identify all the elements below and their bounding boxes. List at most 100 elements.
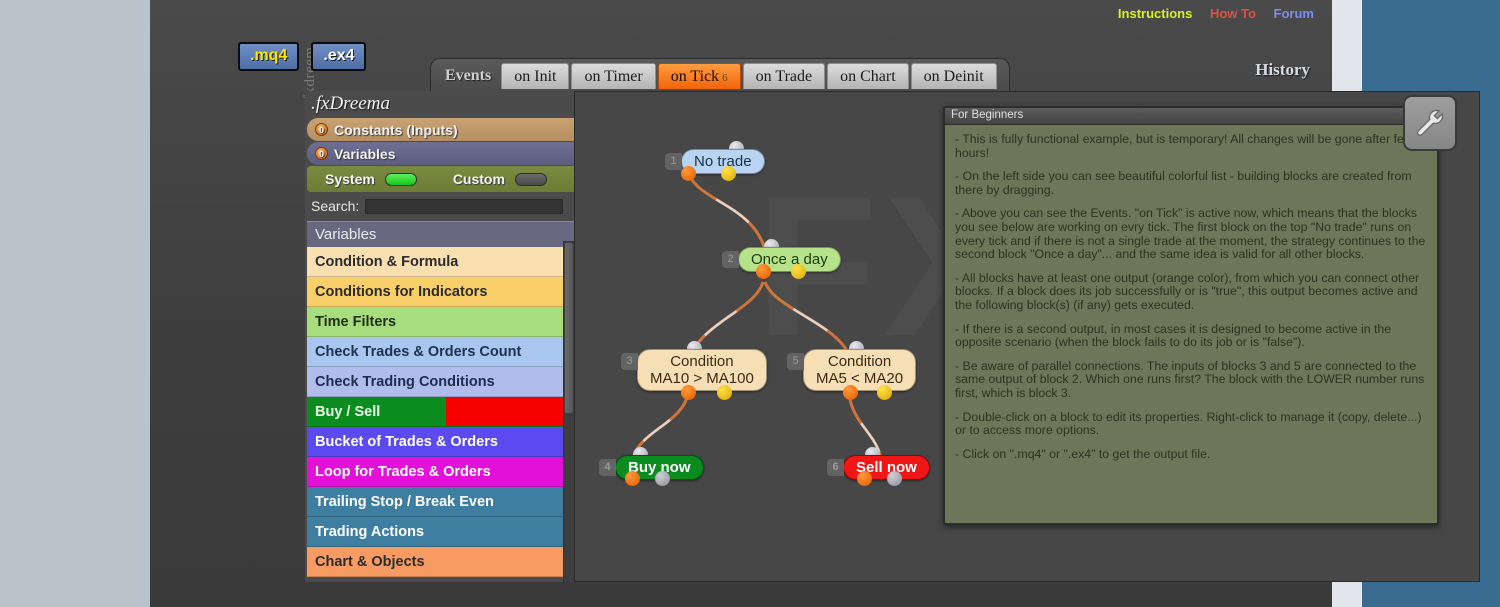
block-list-item-label: Condition & Formula: [315, 253, 459, 270]
panel-paragraph: - Double-click on a block to edit its pr…: [955, 409, 1422, 438]
constants-count-badge: 0: [315, 123, 328, 136]
events-tab-strip: Events on Init on Timer on Tick 6 on Trad…: [430, 58, 1010, 92]
history-button[interactable]: History: [1255, 60, 1310, 80]
settings-wrench-button[interactable]: [1403, 95, 1457, 151]
block-list-item[interactable]: Conditions for Indicators: [307, 277, 585, 307]
link-instructions[interactable]: Instructions: [1118, 6, 1192, 21]
node-output-port-false[interactable]: [791, 264, 806, 279]
variables-count-badge: 0: [315, 147, 328, 160]
node-body[interactable]: 3 Condition MA10 > MA100: [621, 349, 767, 391]
node-output-port-disabled[interactable]: [655, 471, 670, 486]
block-list-item-label: Check Trades & Orders Count: [315, 343, 522, 360]
link-forum[interactable]: Forum: [1274, 6, 1314, 21]
node-number: 6: [827, 459, 844, 476]
tab-badge: 6: [722, 72, 728, 84]
node-number: 2: [722, 251, 739, 268]
system-toggle[interactable]: [384, 172, 417, 186]
tab-label: on Chart: [840, 68, 896, 85]
sidebar-section-variables[interactable]: 0 Variables: [307, 142, 585, 165]
events-group-label: Events: [445, 67, 492, 84]
node-output-port-disabled[interactable]: [887, 471, 902, 486]
node-output-port-false[interactable]: [717, 385, 732, 400]
panel-paragraph: - Click on ".mq4" or ".ex4" to get the o…: [955, 446, 1211, 461]
node-label-line2: MA10 > MA100: [650, 370, 754, 387]
variables-label: Variables: [334, 145, 396, 162]
tab-on-timer[interactable]: on Timer: [571, 63, 656, 89]
block-list-item-label: Trading Actions: [315, 523, 425, 540]
flow-node-condition-ma10-ma100[interactable]: 3 Condition MA10 > MA100: [621, 341, 767, 400]
node-output-port-true[interactable]: [843, 385, 858, 400]
tab-on-deinit[interactable]: on Deinit: [910, 63, 997, 89]
search-input[interactable]: [365, 198, 564, 214]
block-list-item[interactable]: Bucket of Trades & Orders: [307, 427, 585, 457]
link-how-to[interactable]: How To: [1210, 6, 1256, 21]
search-label: Search:: [311, 198, 360, 214]
tab-on-tick[interactable]: on Tick 6: [657, 63, 741, 89]
tab-label: on Deinit: [923, 68, 984, 85]
block-list-item[interactable]: Check Trading Conditions: [307, 367, 585, 397]
panel-paragraph: - If there is a second output, in most c…: [955, 321, 1392, 350]
block-list-item-label: Loop for Trades & Orders: [315, 463, 491, 480]
node-body[interactable]: 5 Condition MA5 < MA20: [787, 349, 917, 391]
sidebar-section-constants[interactable]: 0 Constants (Inputs): [307, 118, 585, 141]
node-output-port-true[interactable]: [756, 264, 771, 279]
app-window: fxdreem Instructions How To Forum .mq4 .…: [150, 0, 1480, 607]
block-list-item[interactable]: Time Filters: [307, 307, 585, 337]
custom-toggle-label: Custom: [452, 171, 505, 187]
node-body[interactable]: 2 Once a day: [722, 247, 841, 272]
node-number: 1: [665, 153, 682, 170]
panel-body: - This is fully functional example, but …: [945, 125, 1437, 479]
block-list-header: Variables: [307, 221, 585, 247]
tab-on-init[interactable]: on Init: [501, 63, 570, 89]
flow-node-once-a-day[interactable]: 2 Once a day: [722, 239, 841, 279]
system-toggle-label: System: [325, 171, 375, 187]
system-custom-toggle-row: System Custom: [307, 166, 585, 192]
tab-label: on Trade: [755, 68, 813, 85]
panel-paragraph: - This is fully functional example, but …: [955, 132, 1413, 160]
flow-node-no-trade[interactable]: 1 No trade: [665, 141, 765, 181]
block-list-item-label: Trailing Stop / Break Even: [315, 493, 494, 510]
node-output-port-true[interactable]: [681, 385, 696, 400]
block-list-item[interactable]: Loop for Trades & Orders: [307, 457, 585, 487]
node-output-port-true[interactable]: [625, 471, 640, 486]
flow-node-buy-now[interactable]: 4 Buy now: [599, 447, 704, 486]
node-number: 5: [787, 353, 804, 370]
sidebar-scrollbar-thumb[interactable]: [565, 243, 573, 413]
block-list-item[interactable]: Check Trades & Orders Count: [307, 337, 585, 367]
download-ex4-button[interactable]: .ex4: [311, 42, 367, 71]
tab-on-chart[interactable]: on Chart: [827, 63, 909, 89]
tab-label: on Init: [514, 68, 557, 85]
block-list-item[interactable]: Trailing Stop / Break Even: [307, 487, 585, 517]
block-list-item-label: Check Trading Conditions: [315, 373, 495, 390]
block-list-item[interactable]: Buy / Sell: [307, 397, 585, 427]
panel-paragraph: - Above you can see the Events. "on Tick…: [955, 206, 1426, 262]
block-list-item[interactable]: Trading Actions: [307, 517, 585, 547]
block-list-item-label: Time Filters: [315, 313, 397, 330]
node-number: 3: [621, 353, 638, 370]
block-list: Condition & Formula Conditions for Indica…: [307, 247, 585, 577]
node-output-port-false[interactable]: [877, 385, 892, 400]
custom-toggle[interactable]: [514, 172, 547, 186]
node-output-port-true[interactable]: [857, 471, 872, 486]
node-output-port-false[interactable]: [721, 166, 736, 181]
download-mq4-button[interactable]: .mq4: [238, 42, 300, 71]
tab-label: on Tick: [670, 68, 720, 85]
node-label-line1: Condition: [670, 353, 734, 370]
panel-paragraph: - All blocks have at least one output (o…: [955, 270, 1420, 312]
panel-paragraph: - Be aware of parallel connections. The …: [955, 358, 1425, 400]
block-list-item[interactable]: Chart & Objects: [307, 547, 585, 577]
wrench-icon: [1416, 109, 1444, 136]
blocks-sidebar: .fxDreema 0 Constants (Inputs) 0 Variabl…: [305, 91, 587, 582]
block-list-item-label: Buy / Sell: [315, 403, 381, 420]
flow-node-sell-now[interactable]: 6 Sell now: [827, 447, 930, 486]
brand-label: .fxDreema: [311, 93, 390, 114]
block-list-item[interactable]: Condition & Formula: [307, 247, 585, 277]
for-beginners-panel: For Beginners - This is fully functional…: [943, 106, 1439, 525]
block-list-item-label: Chart & Objects: [315, 553, 425, 570]
flow-node-condition-ma5-ma20[interactable]: 5 Condition MA5 < MA20: [787, 341, 917, 400]
node-number: 4: [599, 459, 616, 476]
node-label-line1: Condition: [827, 353, 892, 370]
block-list-item-label: Conditions for Indicators: [315, 283, 488, 300]
tab-on-trade[interactable]: on Trade: [742, 63, 826, 89]
node-output-port-true[interactable]: [681, 166, 696, 181]
